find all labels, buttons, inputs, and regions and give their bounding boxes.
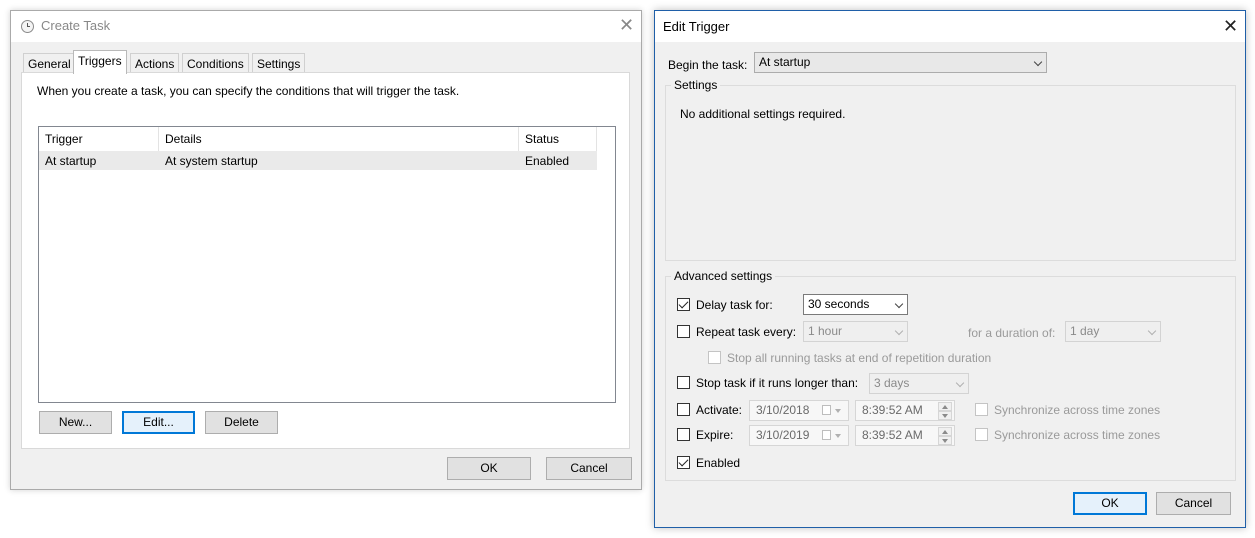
list-header: Trigger Details Status xyxy=(39,127,597,151)
stop-all-tasks-label: Stop all running tasks at end of repetit… xyxy=(727,351,992,365)
ok-button[interactable]: OK xyxy=(1073,492,1147,515)
activate-date-picker[interactable]: 3/10/2018 xyxy=(749,400,849,421)
stop-task-value: 3 days xyxy=(874,376,910,390)
expire-label: Expire: xyxy=(696,428,734,442)
tab-conditions[interactable]: Conditions xyxy=(182,53,249,73)
enabled-label: Enabled xyxy=(696,456,741,470)
tab-settings[interactable]: Settings xyxy=(252,53,306,73)
cell-trigger: At startup xyxy=(45,154,97,168)
expire-sync-label: Synchronize across time zones xyxy=(994,428,1161,442)
begin-task-value: At startup xyxy=(759,55,811,69)
tab-actions[interactable]: Actions xyxy=(130,53,180,73)
calendar-icon[interactable] xyxy=(822,430,831,440)
advanced-settings-label: Advanced settings xyxy=(671,269,776,283)
stop-task-checkbox[interactable] xyxy=(677,376,690,389)
cancel-button[interactable]: Cancel xyxy=(1156,492,1231,515)
duration-select[interactable]: 1 day xyxy=(1065,321,1161,342)
triggers-list[interactable]: Trigger Details Status At startup At sys… xyxy=(38,126,616,403)
edit-button[interactable]: Edit... xyxy=(122,411,195,434)
spin-up-button[interactable] xyxy=(938,402,952,411)
spin-down-button[interactable] xyxy=(938,411,952,420)
cell-status: Enabled xyxy=(525,154,570,168)
arrow-up-icon xyxy=(942,405,948,409)
repeat-task-value: 1 hour xyxy=(808,324,843,338)
column-header-status[interactable]: Status xyxy=(519,127,597,151)
delay-task-select[interactable]: 30 seconds xyxy=(803,294,908,315)
stop-task-label: Stop task if it runs longer than: xyxy=(696,376,859,390)
activate-time-value: 8:39:52 AM xyxy=(862,403,923,417)
cancel-button[interactable]: Cancel xyxy=(546,457,632,480)
column-header-details[interactable]: Details xyxy=(159,127,519,151)
expire-time-value: 8:39:52 AM xyxy=(862,428,923,442)
create-task-window: Create Task ✕ General Triggers Actions C… xyxy=(10,10,642,490)
activate-date-value: 3/10/2018 xyxy=(756,403,810,417)
enabled-checkbox[interactable] xyxy=(677,456,690,469)
ok-button[interactable]: OK xyxy=(447,457,531,480)
chevron-down-icon xyxy=(1147,326,1157,336)
settings-group-label: Settings xyxy=(671,78,721,92)
stop-all-tasks-checkbox[interactable] xyxy=(708,351,721,364)
activate-time-picker[interactable]: 8:39:52 AM xyxy=(855,400,955,421)
expire-date-value: 3/10/2019 xyxy=(756,428,810,442)
activate-label: Activate: xyxy=(696,403,743,417)
expire-sync-checkbox[interactable] xyxy=(975,428,988,441)
chevron-down-icon xyxy=(955,378,965,388)
spin-down-button[interactable] xyxy=(938,436,952,445)
close-icon[interactable]: ✕ xyxy=(619,16,634,34)
column-header-trigger[interactable]: Trigger xyxy=(39,127,159,151)
expire-date-picker[interactable]: 3/10/2019 xyxy=(749,425,849,446)
expire-checkbox[interactable] xyxy=(677,428,690,441)
calendar-icon[interactable] xyxy=(822,405,831,415)
new-button[interactable]: New... xyxy=(39,411,112,434)
activate-sync-label: Synchronize across time zones xyxy=(994,403,1161,417)
chevron-down-icon xyxy=(835,409,841,413)
repeat-task-select[interactable]: 1 hour xyxy=(803,321,908,342)
tab-description: When you create a task, you can specify … xyxy=(37,84,460,98)
tab-triggers[interactable]: Triggers xyxy=(73,50,127,74)
triggers-tab-panel: When you create a task, you can specify … xyxy=(21,72,630,449)
arrow-down-icon xyxy=(942,439,948,443)
title-bar: Create Task ✕ xyxy=(11,11,641,42)
begin-task-label: Begin the task: xyxy=(668,58,748,72)
begin-task-select[interactable]: At startup xyxy=(754,52,1047,73)
spin-up-button[interactable] xyxy=(938,427,952,436)
title-bar: Edit Trigger ✕ xyxy=(655,11,1245,42)
expire-time-picker[interactable]: 8:39:52 AM xyxy=(855,425,955,446)
settings-message: No additional settings required. xyxy=(680,107,846,121)
chevron-down-icon xyxy=(894,299,904,309)
chevron-down-icon xyxy=(835,434,841,438)
clock-icon xyxy=(21,20,34,33)
duration-value: 1 day xyxy=(1070,324,1100,338)
delay-task-label: Delay task for: xyxy=(696,298,773,312)
window-title: Create Task xyxy=(41,18,111,33)
chevron-down-icon xyxy=(894,326,904,336)
delete-button[interactable]: Delete xyxy=(205,411,278,434)
edit-trigger-window: Edit Trigger ✕ Begin the task: At startu… xyxy=(654,10,1246,528)
repeat-task-label: Repeat task every: xyxy=(696,325,797,339)
arrow-up-icon xyxy=(942,430,948,434)
delay-task-checkbox[interactable] xyxy=(677,298,690,311)
tab-general[interactable]: General xyxy=(23,53,76,73)
close-icon[interactable]: ✕ xyxy=(1223,17,1238,35)
table-row[interactable]: At startup At system startup Enabled xyxy=(39,151,597,170)
activate-sync-checkbox[interactable] xyxy=(975,403,988,416)
cell-details: At system startup xyxy=(165,154,258,168)
duration-label: for a duration of: xyxy=(968,326,1056,340)
stop-task-select[interactable]: 3 days xyxy=(869,373,969,394)
arrow-down-icon xyxy=(942,414,948,418)
activate-checkbox[interactable] xyxy=(677,403,690,416)
window-title: Edit Trigger xyxy=(663,19,730,34)
chevron-down-icon xyxy=(1033,57,1043,67)
repeat-task-checkbox[interactable] xyxy=(677,325,690,338)
delay-task-value: 30 seconds xyxy=(808,297,870,311)
